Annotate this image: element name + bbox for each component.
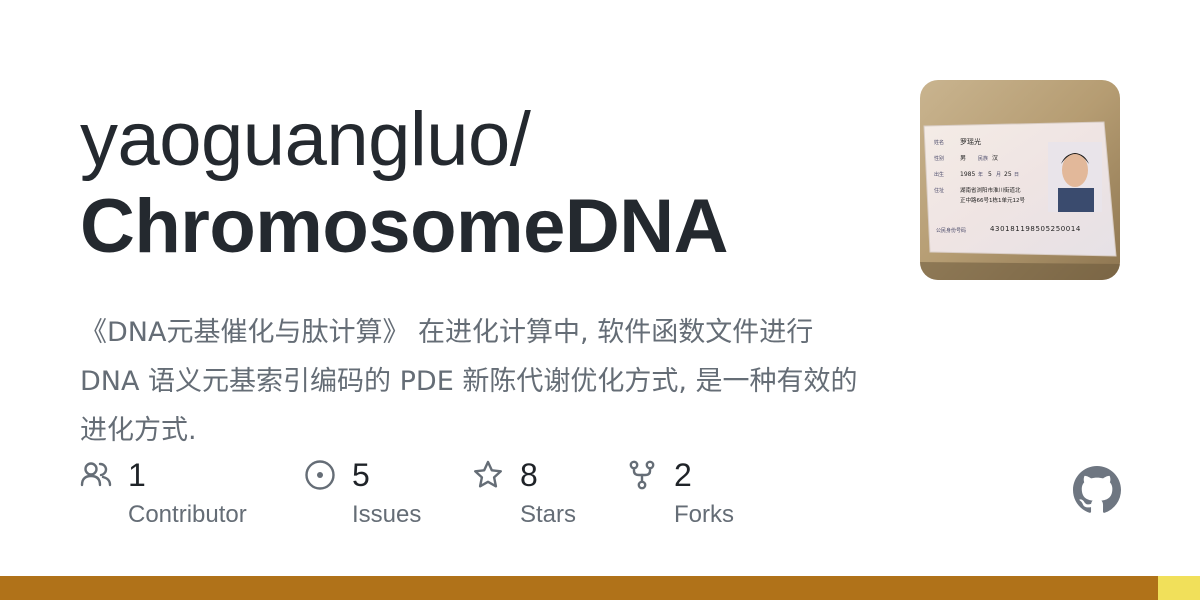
star-label: Stars [520, 501, 577, 528]
issue-opened-icon [305, 460, 335, 490]
id-card-photo: 姓名 罗瑶光 性别 男 民族 汉 出生 1985 年 5 月 25 日 住址 湖… [920, 80, 1120, 280]
svg-text:年: 年 [978, 171, 983, 178]
github-logo-icon [1073, 466, 1121, 513]
language-bar-segment-primary [0, 576, 1158, 600]
svg-text:5: 5 [988, 171, 992, 178]
svg-text:1985: 1985 [960, 171, 975, 178]
people-icon [80, 462, 112, 487]
svg-text:日: 日 [1014, 172, 1019, 178]
svg-text:民族: 民族 [978, 155, 988, 162]
svg-text:男: 男 [960, 155, 966, 162]
repo-owner[interactable]: yaoguangluo/ [80, 96, 880, 184]
repo-title: yaoguangluo/ ChromosomeDNA [80, 96, 880, 270]
svg-text:湖南省浏阳市淮川街道北: 湖南省浏阳市淮川街道北 [960, 186, 1021, 194]
issue-count: 5 [352, 457, 370, 493]
repo-description: 《DNA元基催化与肽计算》 在进化计算中, 软件函数文件进行 DNA 语义元基索… [80, 317, 858, 446]
svg-text:公民身份号码: 公民身份号码 [936, 227, 966, 234]
svg-text:月: 月 [996, 172, 1001, 178]
svg-text:汉: 汉 [992, 154, 998, 162]
svg-text:25: 25 [1004, 171, 1012, 178]
owner-avatar: 姓名 罗瑶光 性别 男 民族 汉 出生 1985 年 5 月 25 日 住址 湖… [920, 80, 1120, 280]
contributor-label: Contributor [128, 501, 247, 528]
svg-text:罗瑶光: 罗瑶光 [960, 137, 981, 146]
star-icon [474, 460, 502, 488]
fork-label: Forks [674, 501, 734, 528]
svg-text:430181198505250014: 430181198505250014 [990, 225, 1081, 233]
stat-issues[interactable]: 5 Issues [304, 454, 421, 532]
svg-text:出生: 出生 [934, 171, 944, 178]
stat-stars[interactable]: 8 Stars [472, 454, 576, 532]
language-bar-segment-secondary [1158, 576, 1200, 600]
svg-text:姓名: 姓名 [934, 139, 944, 146]
svg-text:正中路66号1栋1单元12号: 正中路66号1栋1单元12号 [960, 196, 1025, 204]
issue-label: Issues [352, 501, 422, 528]
stat-forks[interactable]: 2 Forks [626, 454, 734, 532]
svg-text:住址: 住址 [934, 187, 944, 194]
svg-text:性别: 性别 [934, 155, 944, 162]
repo-forked-icon [629, 460, 655, 490]
fork-count: 2 [674, 457, 692, 493]
repo-name[interactable]: ChromosomeDNA [80, 184, 880, 270]
stat-contributors[interactable]: 1 Contributor [80, 454, 247, 532]
contributor-count: 1 [128, 457, 146, 493]
language-bar [0, 576, 1200, 600]
star-count: 8 [520, 457, 538, 493]
